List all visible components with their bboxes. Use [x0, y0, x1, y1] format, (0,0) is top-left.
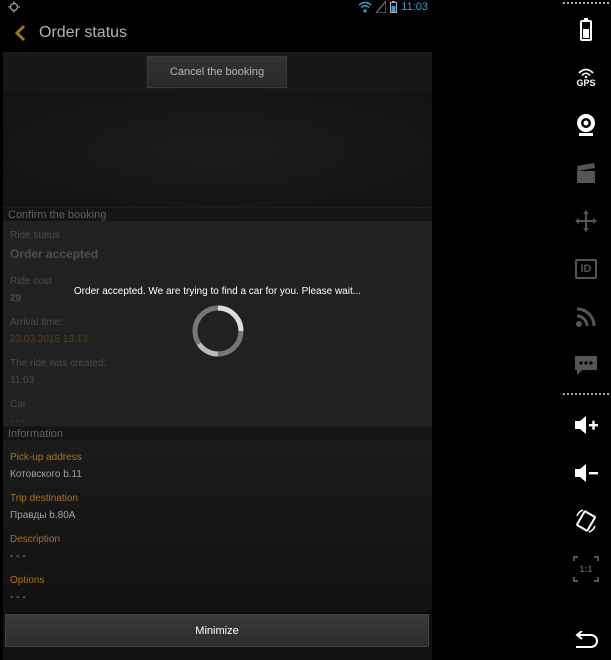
scale-icon[interactable]: 1:1: [573, 556, 599, 582]
bottom-bar: Minimize: [3, 612, 432, 660]
panel-divider: [563, 2, 609, 4]
battery-icon[interactable]: [573, 16, 599, 42]
progress-message: Order accepted. We are trying to find a …: [73, 286, 362, 297]
location-target-icon: [8, 1, 20, 13]
scale-label: 1:1: [579, 564, 593, 574]
gps-label: GPS: [576, 78, 596, 88]
loading-spinner-icon: [192, 305, 244, 357]
emulator-side-panel: GPS ID 1:1: [560, 0, 611, 660]
volume-up-icon[interactable]: [573, 412, 599, 438]
rss-icon[interactable]: [573, 304, 599, 330]
panel-divider: [563, 393, 609, 395]
clapperboard-icon[interactable]: [573, 160, 599, 186]
minimize-button[interactable]: Minimize: [5, 614, 429, 647]
camera-icon[interactable]: [573, 112, 599, 138]
id-icon[interactable]: ID: [573, 256, 599, 282]
progress-overlay: Order accepted. We are trying to find a …: [3, 14, 432, 614]
move-icon[interactable]: [573, 208, 599, 234]
battery-status-icon: [390, 1, 398, 13]
gps-icon[interactable]: GPS: [573, 64, 599, 92]
device-frame-right: [432, 0, 440, 660]
sms-icon[interactable]: [573, 352, 599, 378]
rotate-icon[interactable]: [573, 508, 599, 534]
signal-icon: [376, 1, 387, 13]
clock: 11:03: [401, 1, 428, 13]
volume-down-icon[interactable]: [573, 460, 599, 486]
back-icon[interactable]: [573, 628, 599, 654]
id-label: ID: [575, 259, 597, 279]
status-bar: 11:03: [0, 0, 432, 14]
wifi-icon: [358, 1, 372, 13]
